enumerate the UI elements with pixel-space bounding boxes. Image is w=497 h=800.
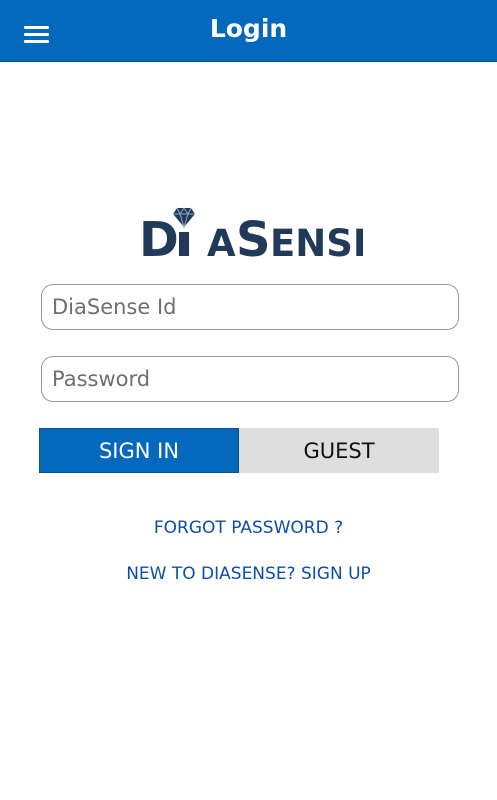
diasense-id-input[interactable] [41, 284, 459, 330]
logo-letters-ense: ENSE [270, 222, 363, 263]
logo-letter-a: A [207, 222, 236, 263]
guest-button[interactable]: GUEST [239, 428, 439, 473]
page-title: Login [209, 14, 288, 43]
logo-letter-s: S [236, 212, 271, 263]
logo-i-stem [179, 232, 189, 256]
diasense-logo: D A S ENSE [139, 205, 378, 268]
sign-up-link[interactable]: NEW TO DIASENSE? SIGN UP [0, 564, 497, 584]
sign-in-button[interactable]: SIGN IN [39, 428, 239, 473]
logo-graphic: D A S ENSE [139, 207, 378, 268]
app-bar: Login [0, 0, 497, 62]
forgot-password-link[interactable]: FORGOT PASSWORD ? [0, 518, 497, 538]
password-input[interactable] [41, 356, 459, 402]
logo-letter-d: D [139, 212, 179, 263]
